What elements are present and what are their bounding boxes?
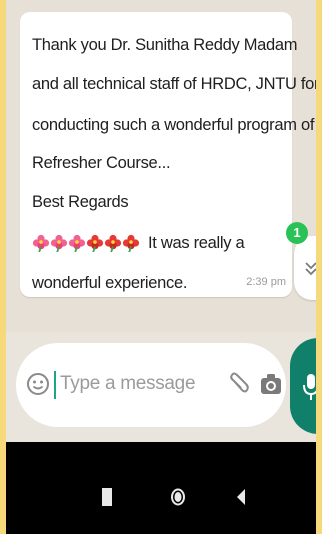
emoji-icon[interactable] (26, 372, 50, 396)
message-line-4: Refresher Course... (32, 154, 171, 172)
chat-area[interactable]: Thank you Dr. Sunitha Reddy Madam and al… (6, 0, 316, 332)
red-hibiscus-icon (104, 234, 122, 252)
unread-count-badge[interactable]: 1 (286, 222, 308, 244)
android-navigation-bar (6, 442, 316, 534)
message-line-6: It was really a (148, 234, 245, 252)
camera-icon[interactable] (260, 371, 282, 397)
message-bubble[interactable]: Thank you Dr. Sunitha Reddy Madam and al… (20, 12, 316, 297)
message-input[interactable]: Type a message (60, 373, 196, 395)
voice-message-button[interactable] (290, 338, 316, 434)
recent-apps-button[interactable] (102, 488, 112, 506)
back-button-icon[interactable] (236, 488, 246, 506)
message-composer[interactable]: Type a message (16, 343, 286, 427)
attach-paperclip-icon[interactable] (228, 371, 250, 397)
message-timestamp: 2:39 pm (246, 276, 286, 288)
pink-flower-icon (50, 234, 68, 252)
message-line-5: Best Regards (32, 193, 129, 211)
message-line-7: wonderful experience. (32, 274, 188, 292)
message-line-1: Thank you Dr. Sunitha Reddy Madam (32, 36, 298, 54)
scroll-to-bottom-button[interactable] (294, 236, 316, 300)
hibiscus-emoji-row (32, 234, 144, 254)
red-hibiscus-icon (122, 234, 140, 252)
home-button-icon[interactable] (170, 488, 186, 506)
message-line-2: and all technical staff of HRDC, JNTU fo… (32, 75, 316, 93)
double-chevron-down-icon (305, 262, 316, 276)
phone-screen: Thank you Dr. Sunitha Reddy Madam and al… (6, 0, 316, 534)
message-line-3: conducting such a wonderful program of (32, 116, 315, 134)
text-cursor (54, 371, 56, 399)
microphone-icon (303, 374, 316, 400)
pink-flower-icon (32, 234, 50, 252)
red-hibiscus-icon (86, 234, 104, 252)
pink-flower-icon (68, 234, 86, 252)
